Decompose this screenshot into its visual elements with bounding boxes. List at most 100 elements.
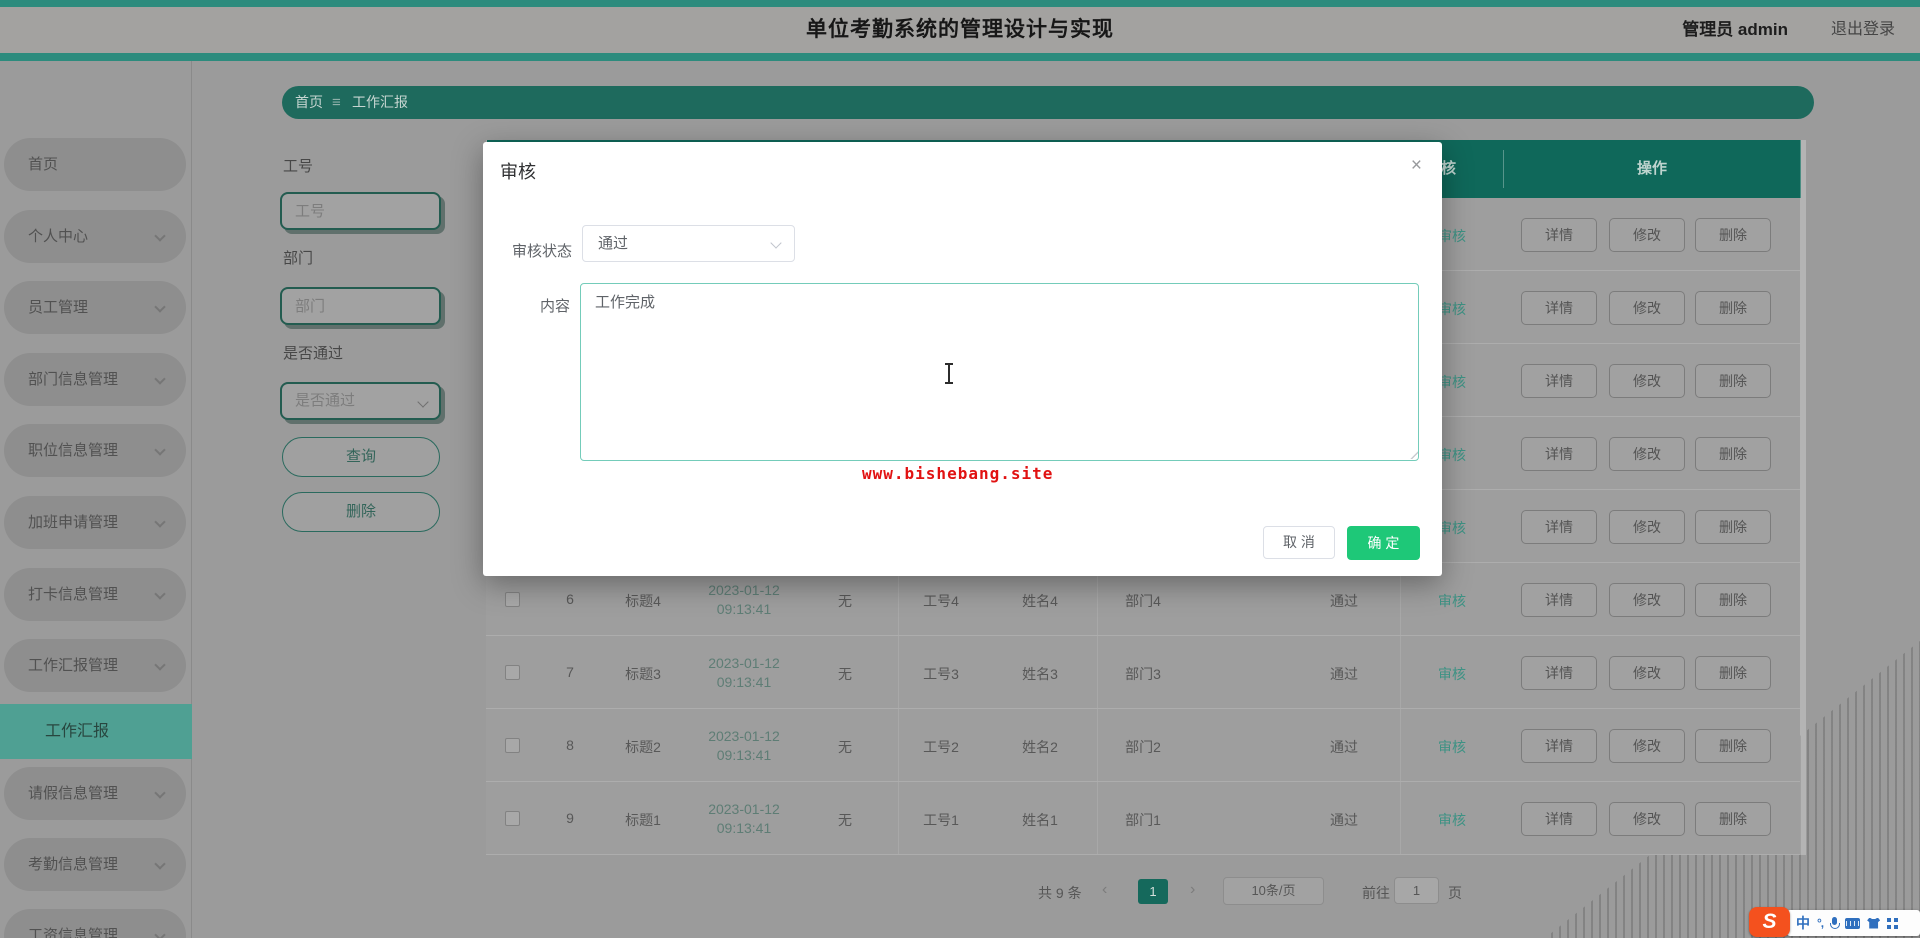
row-picture: 无 <box>805 737 885 757</box>
row-datetime: 2023-01-1209:13:41 <box>684 654 804 692</box>
delete-button[interactable]: 删除 <box>1695 729 1771 763</box>
page-size-select[interactable]: 10条/页 <box>1223 877 1324 905</box>
pagination-page-1[interactable]: 1 <box>1138 879 1168 904</box>
delete-button[interactable]: 删除 <box>1695 583 1771 617</box>
row-picture: 无 <box>805 810 885 830</box>
sidebar-item[interactable]: 员工管理 <box>4 281 186 334</box>
row-checkbox[interactable] <box>505 665 520 680</box>
detail-button[interactable]: 详情 <box>1521 510 1597 544</box>
logout-link[interactable]: 退出登录 <box>1831 7 1895 53</box>
audit-link[interactable]: 审核 <box>1412 810 1492 830</box>
row-pass-status: 通过 <box>1304 810 1384 830</box>
row-index: 9 <box>550 810 590 826</box>
sidebar-subitem-label: 工作汇报 <box>45 704 109 759</box>
query-button[interactable]: 查询 <box>282 437 440 477</box>
pass-status-select[interactable]: 是否通过 <box>280 382 441 420</box>
row-checkbox[interactable] <box>505 738 520 753</box>
pagination-goto-input[interactable] <box>1394 877 1439 904</box>
pagination-prev-button[interactable]: ‹ <box>1102 881 1107 899</box>
ime-lang-icon[interactable]: 中 <box>1796 913 1810 933</box>
sogou-logo-icon[interactable]: S <box>1749 907 1790 937</box>
row-picture: 无 <box>805 664 885 684</box>
row-checkbox[interactable] <box>505 592 520 607</box>
detail-button[interactable]: 详情 <box>1521 364 1597 398</box>
delete-button[interactable]: 删除 <box>1695 656 1771 690</box>
close-icon[interactable]: × <box>1411 156 1422 175</box>
sidebar-item[interactable]: 工作汇报管理 <box>4 639 186 692</box>
audit-link[interactable]: 审核 <box>1412 737 1492 757</box>
audit-modal: 审核 × 审核状态 通过 内容 工作完成 www.bishebang.site … <box>483 142 1442 576</box>
ime-punctuation-icon[interactable]: °, <box>1817 916 1823 930</box>
row-title: 标题2 <box>603 737 683 757</box>
sidebar-item[interactable]: 考勤信息管理 <box>4 838 186 891</box>
detail-button[interactable]: 详情 <box>1521 218 1597 252</box>
sidebar-item[interactable]: 个人中心 <box>4 210 186 263</box>
table-row: 7标题32023-01-1209:13:41无工号3姓名3部门3通过审核详情修改… <box>486 636 1800 709</box>
detail-button[interactable]: 详情 <box>1521 656 1597 690</box>
audit-status-label: 审核状态 <box>510 240 572 261</box>
row-pass-status: 通过 <box>1304 737 1384 757</box>
detail-button[interactable]: 详情 <box>1521 802 1597 836</box>
sidebar-item-label: 加班申请管理 <box>28 496 118 549</box>
sidebar-item[interactable]: 请假信息管理 <box>4 767 186 820</box>
edit-button[interactable]: 修改 <box>1609 437 1685 471</box>
sidebar-item[interactable]: 部门信息管理 <box>4 353 186 406</box>
delete-button[interactable]: 删除 <box>1695 291 1771 325</box>
audit-status-select[interactable]: 通过 <box>582 225 795 262</box>
row-name: 姓名1 <box>1000 810 1080 830</box>
pagination-next-button[interactable]: › <box>1190 881 1195 899</box>
detail-button[interactable]: 详情 <box>1521 583 1597 617</box>
row-checkbox[interactable] <box>505 811 520 826</box>
sidebar-item-label: 考勤信息管理 <box>28 838 118 891</box>
delete-button[interactable]: 删除 <box>1695 510 1771 544</box>
audit-link[interactable]: 审核 <box>1412 591 1492 611</box>
edit-button[interactable]: 修改 <box>1609 802 1685 836</box>
department-input[interactable] <box>280 287 441 325</box>
chevron-down-icon <box>770 237 781 248</box>
content-textarea[interactable]: 工作完成 <box>580 283 1419 461</box>
edit-button[interactable]: 修改 <box>1609 729 1685 763</box>
audit-link[interactable]: 审核 <box>1412 664 1492 684</box>
chevron-down-icon <box>154 444 165 455</box>
employee-id-label: 工号 <box>283 155 313 176</box>
cancel-button[interactable]: 取 消 <box>1263 526 1335 559</box>
row-picture: 无 <box>805 591 885 611</box>
row-pass-status: 通过 <box>1304 664 1384 684</box>
toolbox-icon[interactable] <box>1887 918 1898 929</box>
sidebar-subitem-active[interactable]: 工作汇报 <box>0 704 192 759</box>
sidebar-item[interactable]: 首页 <box>4 138 186 191</box>
keyboard-icon[interactable] <box>1845 918 1860 929</box>
sidebar-item-label: 工作汇报管理 <box>28 639 118 692</box>
microphone-icon[interactable] <box>1830 917 1838 929</box>
row-department: 部门2 <box>1103 737 1183 757</box>
edit-button[interactable]: 修改 <box>1609 583 1685 617</box>
edit-button[interactable]: 修改 <box>1609 656 1685 690</box>
pagination-total: 共 9 条 <box>1038 883 1082 903</box>
edit-button[interactable]: 修改 <box>1609 218 1685 252</box>
sidebar-item[interactable]: 职位信息管理 <box>4 424 186 477</box>
sidebar-item[interactable]: 加班申请管理 <box>4 496 186 549</box>
edit-button[interactable]: 修改 <box>1609 510 1685 544</box>
edit-button[interactable]: 修改 <box>1609 291 1685 325</box>
delete-button[interactable]: 删除 <box>1695 218 1771 252</box>
breadcrumb-home[interactable]: 首页 <box>295 86 323 119</box>
audit-status-value: 通过 <box>598 226 628 261</box>
confirm-button[interactable]: 确 定 <box>1347 526 1420 560</box>
delete-button[interactable]: 删除 <box>1695 364 1771 398</box>
delete-button[interactable]: 删除 <box>1695 437 1771 471</box>
chevron-down-icon <box>154 230 165 241</box>
employee-id-input[interactable] <box>280 192 441 230</box>
edit-button[interactable]: 修改 <box>1609 364 1685 398</box>
sidebar-item-label: 员工管理 <box>28 281 88 334</box>
detail-button[interactable]: 详情 <box>1521 729 1597 763</box>
sidebar-item[interactable]: 打卡信息管理 <box>4 568 186 621</box>
row-datetime: 2023-01-1209:13:41 <box>684 727 804 765</box>
delete-button[interactable]: 删除 <box>1695 802 1771 836</box>
sidebar-item[interactable]: 工资信息管理 <box>4 909 186 938</box>
detail-button[interactable]: 详情 <box>1521 291 1597 325</box>
chevron-down-icon <box>154 858 165 869</box>
row-title: 标题1 <box>603 810 683 830</box>
detail-button[interactable]: 详情 <box>1521 437 1597 471</box>
skin-icon[interactable] <box>1867 918 1880 929</box>
delete-button[interactable]: 删除 <box>282 492 440 532</box>
